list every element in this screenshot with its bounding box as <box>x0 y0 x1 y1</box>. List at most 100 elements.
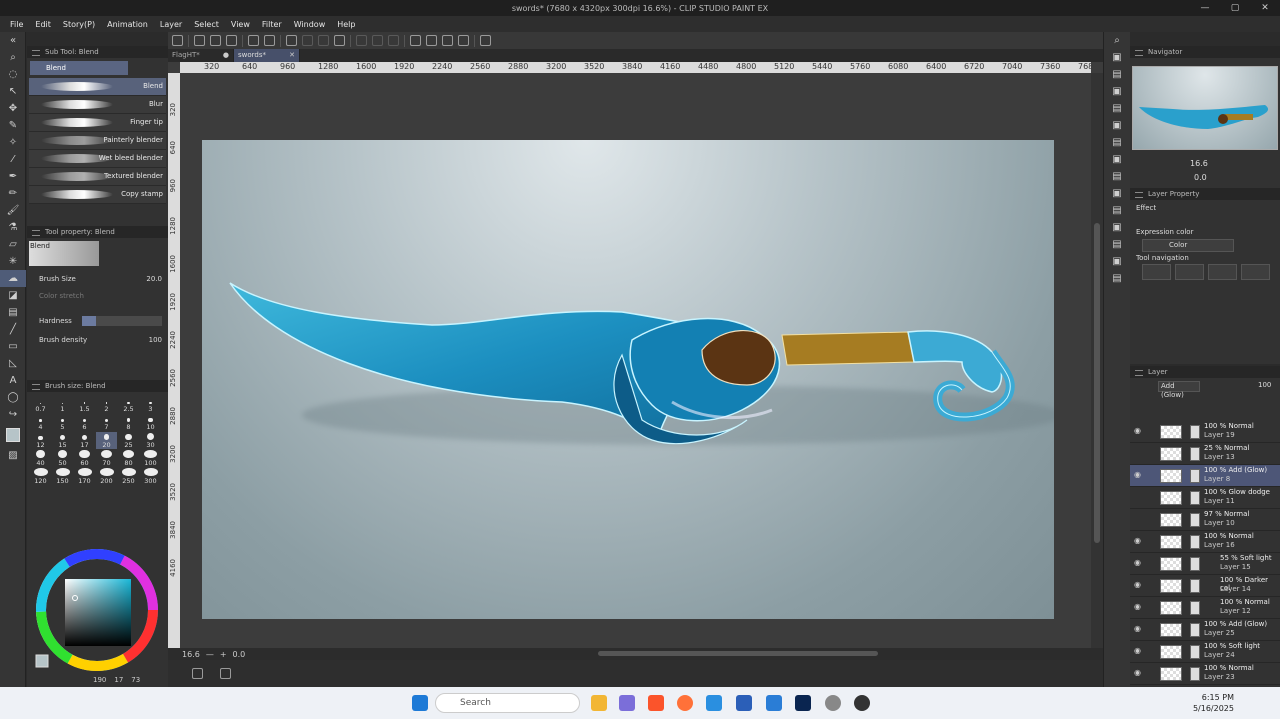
figure-tool-icon[interactable]: ╱ <box>0 321 26 338</box>
maximize-button[interactable]: ▢ <box>1220 0 1250 16</box>
transparent-color-icon[interactable]: ▨ <box>0 447 26 464</box>
brush-textured-blender[interactable]: Textured blender <box>29 168 166 186</box>
invert-selection-icon[interactable] <box>372 35 383 46</box>
brush-painterly-blender[interactable]: Painterly blender <box>29 132 166 150</box>
fit-icon[interactable] <box>192 668 203 679</box>
brush-size-cell[interactable]: 30 <box>140 432 161 449</box>
search-icon[interactable]: ⌕ <box>1104 32 1130 49</box>
layout-icon[interactable] <box>220 668 231 679</box>
hardness-slider[interactable] <box>82 315 162 326</box>
brush-size-cell[interactable]: 1 <box>52 396 73 413</box>
home-icon[interactable] <box>172 35 183 46</box>
photoshop-icon[interactable] <box>795 695 811 711</box>
tab-flaght[interactable]: FlagHT* ● <box>168 49 234 62</box>
windows-start-icon[interactable] <box>412 695 428 711</box>
tab-close-icon[interactable]: ● <box>223 49 229 62</box>
undo-icon[interactable] <box>248 35 259 46</box>
menu-filter[interactable]: Filter <box>256 20 288 29</box>
snap-special-ruler-icon[interactable] <box>442 35 453 46</box>
brush-size-cell[interactable]: 6 <box>74 414 95 431</box>
zoom-value[interactable]: 16.6 <box>182 650 200 659</box>
layer-row[interactable]: ◉ 55 % Soft light Layer 15 <box>1130 553 1280 575</box>
brush-size-cell[interactable]: 250 <box>118 468 139 485</box>
brush-size-cell[interactable]: 50 <box>52 450 73 467</box>
word-icon[interactable] <box>736 695 752 711</box>
canvas-paper[interactable] <box>202 140 1062 619</box>
firefox-icon[interactable] <box>677 695 693 711</box>
brush-size-cell[interactable]: 7 <box>96 414 117 431</box>
nav-button[interactable] <box>1208 264 1237 280</box>
layer-row[interactable]: ◉ 100 % Normal Layer 12 <box>1130 597 1280 619</box>
lasso-tool-icon[interactable]: ◌ <box>0 66 26 83</box>
layer-row[interactable]: ◉ 100 % Soft light Layer 24 <box>1130 641 1280 663</box>
palette-icon-14[interactable]: ▤ <box>1104 270 1130 287</box>
brush-blur[interactable]: Blur <box>29 96 166 114</box>
sub-tool-group-tab[interactable]: Blend <box>30 61 128 75</box>
layer-row[interactable]: 25 % Normal Layer 13 <box>1130 443 1280 465</box>
menu-story[interactable]: Story(P) <box>57 20 101 29</box>
visibility-eye-icon[interactable]: ◉ <box>1134 647 1142 655</box>
palette-icon-8[interactable]: ▤ <box>1104 168 1130 185</box>
brush-size-cell[interactable]: 3 <box>140 396 161 413</box>
brush-size-cell[interactable]: 150 <box>52 468 73 485</box>
brush-size-cell[interactable]: 2.5 <box>118 396 139 413</box>
balloon-tool-icon[interactable]: ◯ <box>0 389 26 406</box>
snap-grid-icon[interactable] <box>426 35 437 46</box>
brush-size-cell[interactable]: 1.5 <box>74 396 95 413</box>
brush-size-cell[interactable]: 120 <box>30 468 51 485</box>
eraser-icon[interactable]: ▱ <box>0 236 26 253</box>
blend-mode-select[interactable]: Add (Glow) <box>1158 381 1200 399</box>
visibility-eye-icon[interactable]: ◉ <box>1134 427 1142 435</box>
brush-size-cell[interactable]: 15 <box>52 432 73 449</box>
menu-layer[interactable]: Layer <box>154 20 188 29</box>
brush-size-cell[interactable]: 17 <box>74 432 95 449</box>
menu-window[interactable]: Window <box>288 20 332 29</box>
brush-size-cell[interactable]: 200 <box>96 468 117 485</box>
nav-button[interactable] <box>1241 264 1270 280</box>
brush-size-cell[interactable]: 12 <box>30 432 51 449</box>
panel-collapse-icon[interactable]: « <box>0 32 26 49</box>
layer-row[interactable]: ◉ 100 % Add (Glow) Layer 8 <box>1130 465 1280 487</box>
expression-color-select[interactable]: Color <box>1142 239 1234 252</box>
open-file-icon[interactable] <box>210 35 221 46</box>
selection-border-icon[interactable] <box>388 35 399 46</box>
nav-button[interactable] <box>1142 264 1171 280</box>
zoom-in-icon[interactable]: + <box>220 650 227 659</box>
decoration-icon[interactable]: ✳ <box>0 253 26 270</box>
visibility-eye-icon[interactable]: ◉ <box>1134 625 1142 633</box>
deselect-icon[interactable] <box>356 35 367 46</box>
visibility-eye-icon[interactable]: ◉ <box>1134 537 1142 545</box>
ruler-tool-icon[interactable]: ◺ <box>0 355 26 372</box>
scroll-thumb[interactable] <box>1094 223 1100 543</box>
visibility-eye-icon[interactable]: ◉ <box>1134 603 1142 611</box>
color-wheel[interactable] <box>27 536 168 687</box>
fill-icon[interactable] <box>302 35 313 46</box>
text-tool-icon[interactable]: A <box>0 372 26 389</box>
palette-icon-3[interactable]: ▣ <box>1104 83 1130 100</box>
visibility-eye-icon[interactable]: ◉ <box>1134 471 1142 479</box>
brush-wet-bleed-blender[interactable]: Wet bleed blender <box>29 150 166 168</box>
brush-size-cell[interactable]: 25 <box>118 432 139 449</box>
brush-size-cell[interactable]: 8 <box>118 414 139 431</box>
palette-icon-10[interactable]: ▤ <box>1104 202 1130 219</box>
tab-swords[interactable]: swords* ✕ <box>234 49 300 62</box>
correct-line-icon[interactable]: ↪ <box>0 406 26 423</box>
palette-icon-2[interactable]: ▤ <box>1104 66 1130 83</box>
layer-row[interactable]: ◉ 100 % Normal Layer 16 <box>1130 531 1280 553</box>
visibility-eye-icon[interactable]: ◉ <box>1134 669 1142 677</box>
vscode-icon[interactable] <box>706 695 722 711</box>
layer-row[interactable]: ◉ 100 % Normal Layer 19 <box>1130 421 1280 443</box>
visibility-eye-icon[interactable]: ◉ <box>1134 559 1142 567</box>
layer-row[interactable]: ◉ 100 % Darker col Layer 14 <box>1130 575 1280 597</box>
brush-size-cell[interactable]: 300 <box>140 468 161 485</box>
palette-icon-5[interactable]: ▣ <box>1104 117 1130 134</box>
visibility-eye-icon[interactable] <box>1134 493 1142 501</box>
menu-select[interactable]: Select <box>188 20 225 29</box>
layer-opacity[interactable]: 100 <box>1258 381 1271 389</box>
brush-size-cell[interactable]: 5 <box>52 414 73 431</box>
brush-size-cell[interactable]: 10 <box>140 414 161 431</box>
main-color-swatch[interactable] <box>0 423 26 447</box>
brush-size-value[interactable]: 20.0 <box>146 275 162 283</box>
palette-icon-11[interactable]: ▣ <box>1104 219 1130 236</box>
horizontal-scrollbar[interactable] <box>598 651 878 656</box>
